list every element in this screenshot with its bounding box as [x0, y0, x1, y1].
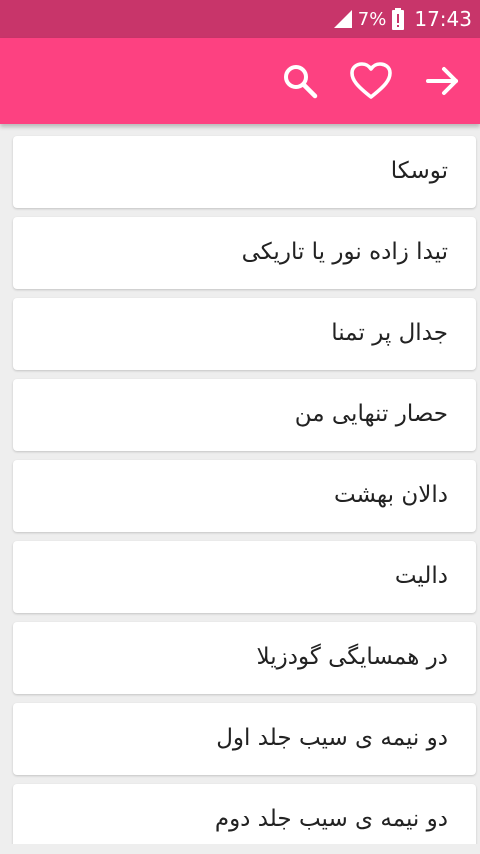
- arrow-forward-icon: [426, 67, 458, 95]
- list-item[interactable]: دالان بهشت: [13, 460, 476, 532]
- list-item-title: دو نیمه ی سیب جلد اول: [216, 725, 448, 751]
- list-item[interactable]: دو نیمه ی سیب جلد اول: [13, 703, 476, 775]
- list-item[interactable]: در همسایگی گودزیلا: [13, 622, 476, 694]
- app-toolbar: [0, 38, 480, 124]
- list-item-title: تیدا زاده نور یا تاریکی: [241, 239, 448, 265]
- list-item[interactable]: تیدا زاده نور یا تاریکی: [13, 217, 476, 289]
- favorites-button[interactable]: [348, 58, 394, 104]
- list-item[interactable]: جدال پر تمنا: [13, 298, 476, 370]
- search-icon: [284, 65, 318, 99]
- status-bar: 7% 17:43: [0, 0, 480, 38]
- list-item[interactable]: حصار تنهایی من: [13, 379, 476, 451]
- forward-button[interactable]: [420, 58, 466, 104]
- list-item[interactable]: دالیت: [13, 541, 476, 613]
- battery-percent: 7%: [357, 8, 387, 30]
- list-item-title: دو نیمه ی سیب جلد دوم: [214, 806, 448, 832]
- list-item-title: توسکا: [390, 158, 448, 184]
- signal-icon: [333, 10, 352, 28]
- heart-icon: [350, 62, 392, 99]
- list-item-title: حصار تنهایی من: [294, 401, 448, 427]
- search-button[interactable]: [277, 58, 323, 104]
- clock: 17:43: [414, 7, 472, 31]
- battery-alert-icon: [392, 8, 405, 30]
- list-item-title: دالان بهشت: [333, 482, 448, 508]
- list-item-title: دالیت: [394, 563, 448, 589]
- list-item-title: جدال پر تمنا: [331, 320, 448, 346]
- list-item-title: در همسایگی گودزیلا: [256, 644, 448, 670]
- book-list: توسکا تیدا زاده نور یا تاریکی جدال پر تم…: [0, 124, 480, 844]
- list-item[interactable]: توسکا: [13, 136, 476, 208]
- list-item[interactable]: دو نیمه ی سیب جلد دوم: [13, 784, 476, 844]
